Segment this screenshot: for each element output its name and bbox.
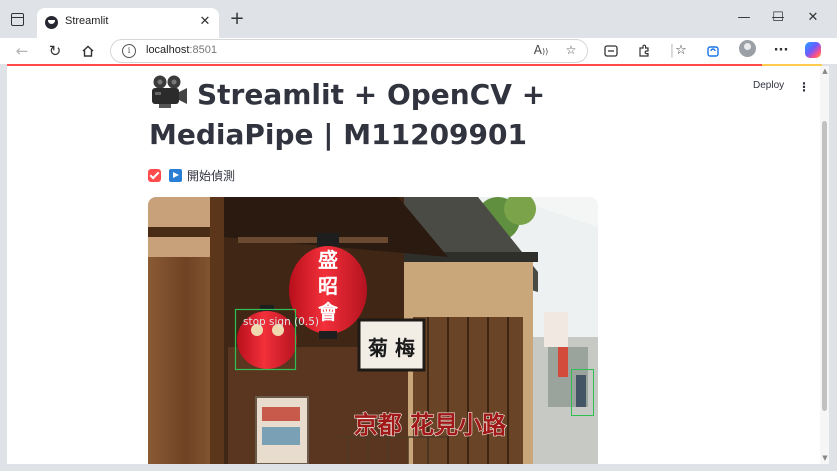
window-bottom-edge: [0, 464, 837, 471]
page-title: Streamlit + OpenCV + MediaPipe | M112099…: [149, 74, 709, 155]
lantern-char-top: 盛: [318, 248, 338, 272]
read-aloud-icon[interactable]: A)): [533, 43, 549, 57]
streamlit-app: Deploy ⋮ Streamlit + OpenCV + MediaPipe …: [7, 66, 829, 464]
video-stream-image: 菊 梅 盛 昭 會 stop sign (0.5) 京都 花見小路: [148, 197, 598, 464]
detection-label: stop sign (0.5): [243, 316, 319, 328]
video-caption: 京都 花見小路: [354, 410, 507, 439]
maximize-button[interactable]: ☐: [761, 8, 795, 28]
browser-toolbar: ← ↻ i localhost:8501 A)) ☆ | ☆ ···: [0, 38, 837, 64]
browser-tab[interactable]: Streamlit ✕: [37, 8, 219, 38]
favorite-star-icon[interactable]: ☆: [563, 43, 579, 57]
deploy-button[interactable]: Deploy: [753, 80, 784, 91]
address-bar[interactable]: i localhost:8501 A)) ☆: [110, 39, 588, 63]
lantern-char-mid: 昭: [318, 274, 338, 298]
scroll-up-icon[interactable]: ▲: [821, 67, 829, 75]
profile-icon[interactable]: [739, 40, 756, 57]
lantern-char-bottom: 會: [318, 300, 339, 324]
extension-icon[interactable]: [635, 42, 653, 60]
play-button-icon: [169, 169, 182, 182]
main-menu-button[interactable]: ⋮: [798, 80, 810, 94]
url-text[interactable]: localhost:8501: [146, 44, 217, 56]
checkbox-checked-icon[interactable]: [148, 169, 161, 182]
refresh-icon[interactable]: ↻: [45, 42, 65, 60]
scroll-down-icon[interactable]: ▼: [821, 454, 829, 462]
copilot-icon[interactable]: [805, 42, 821, 58]
minimize-button[interactable]: —: [727, 8, 761, 28]
more-icon[interactable]: ···: [772, 42, 790, 60]
split-screen-icon[interactable]: [602, 42, 620, 60]
home-icon[interactable]: [78, 42, 98, 60]
streamlit-favicon-icon: [45, 16, 58, 29]
shop-sign-text: 菊 梅: [368, 336, 415, 360]
collections-icon[interactable]: [704, 42, 722, 60]
tab-actions-icon[interactable]: [8, 11, 28, 29]
info-icon[interactable]: i: [122, 44, 136, 58]
checkbox-label: 開始偵測: [187, 169, 236, 183]
tab-close-icon[interactable]: ✕: [197, 14, 213, 30]
tab-title: Streamlit: [65, 15, 109, 27]
back-icon[interactable]: ←: [12, 42, 32, 60]
window-close-button[interactable]: ✕: [796, 8, 830, 28]
new-tab-button[interactable]: +: [227, 9, 247, 29]
tab-strip: Streamlit ✕ + —: [0, 0, 837, 38]
favorites-icon[interactable]: ☆: [672, 42, 690, 60]
movie-camera-icon: [149, 74, 189, 110]
scrollbar-thumb[interactable]: [822, 121, 827, 411]
